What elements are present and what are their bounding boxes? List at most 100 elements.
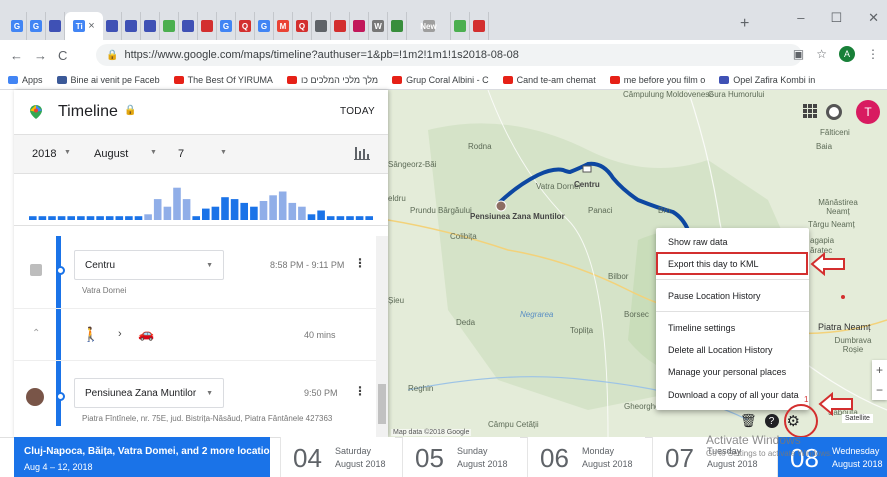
browser-tab[interactable]	[470, 12, 489, 40]
histogram-bar	[250, 206, 258, 220]
more-options-icon[interactable]: ⋮	[354, 256, 366, 270]
stats-icon[interactable]	[354, 145, 370, 161]
menu-manage-places[interactable]: Manage your personal places	[656, 362, 809, 382]
map-label-toplita: Toplița	[570, 326, 594, 335]
browser-tab[interactable]	[179, 12, 198, 40]
bookmark-item[interactable]: Apps	[8, 75, 43, 85]
help-icon[interactable]: ?	[764, 414, 779, 428]
google-apps-icon[interactable]	[803, 104, 817, 118]
histogram-bar	[326, 216, 335, 220]
browser-tab[interactable]	[141, 12, 160, 40]
histogram-bar	[288, 202, 297, 220]
day-weekday: Wednesday	[832, 446, 880, 456]
browser-tab[interactable]: Q	[293, 12, 312, 40]
activity-histogram[interactable]	[14, 174, 388, 226]
more-options-icon[interactable]: ⋮	[354, 384, 366, 398]
histogram-graphics	[29, 187, 373, 220]
trip-card[interactable]: Cluj-Napoca, Băița, Vatra Domei, and 2 m…	[14, 437, 281, 477]
bookmark-item[interactable]: The Best Of YIRUMA	[173, 75, 273, 85]
browser-tab[interactable]	[198, 12, 217, 40]
menu-kebab-icon[interactable]: ⋮	[867, 47, 879, 61]
bookmark-item[interactable]: me before you film o	[609, 75, 705, 85]
histogram-bar	[298, 206, 306, 220]
menu-timeline-settings[interactable]: Timeline settings	[656, 318, 809, 338]
browser-tab[interactable]	[350, 12, 369, 40]
map-label-rodna: Rodna	[468, 142, 492, 151]
menu-pause-location-history[interactable]: Pause Location History	[656, 286, 809, 306]
browser-tab[interactable]: G	[27, 12, 46, 40]
trip-title: Cluj-Napoca, Băița, Vatra Domei, and 2 m…	[24, 446, 282, 457]
browser-tab[interactable]	[451, 12, 470, 40]
tab-favicon-icon	[201, 20, 213, 32]
browser-tab[interactable]	[46, 12, 65, 40]
browser-tab[interactable]	[312, 12, 331, 40]
day-month: August 2018	[832, 459, 883, 469]
year-select[interactable]: 2018	[32, 148, 56, 160]
histogram-bar	[125, 216, 133, 220]
tab-close-icon[interactable]: ×	[88, 20, 94, 32]
month-select[interactable]: August	[94, 148, 128, 160]
menu-delete-history[interactable]: Delete all Location History	[656, 340, 809, 360]
star-icon[interactable]: ☆	[816, 47, 827, 61]
trash-icon[interactable]: 🗑	[740, 413, 757, 429]
browser-tab[interactable]: W	[369, 12, 388, 40]
segment-time: 9:50 PM	[304, 388, 338, 398]
cast-icon[interactable]: ▣	[793, 47, 804, 61]
histogram-bar	[346, 216, 354, 220]
bookmark-item[interactable]: Grup Coral Albini - C	[392, 75, 489, 85]
zoom-out-icon[interactable]: −	[876, 383, 883, 397]
profile-avatar[interactable]: A	[839, 46, 855, 62]
bookmark-item[interactable]: Bine ai venit pe Faceb	[56, 75, 160, 85]
reload-icon[interactable]: C	[58, 48, 67, 63]
place-icon	[30, 264, 42, 276]
map-label-manastirea: Mănăstirea Neamț	[818, 198, 858, 216]
new-tab-button[interactable]: +	[740, 15, 749, 33]
day-card[interactable]: 04 Saturday August 2018	[280, 437, 395, 477]
minimize-button[interactable]: –	[797, 10, 804, 26]
day-select[interactable]: 7	[178, 148, 184, 160]
close-window-button[interactable]: ✕	[868, 10, 879, 26]
browser-tab[interactable]	[331, 12, 350, 40]
tab-active[interactable]: Ti ×	[65, 12, 103, 40]
maximize-button[interactable]: ☐	[830, 10, 842, 26]
today-button[interactable]: TODAY	[340, 106, 375, 117]
histogram-bar	[240, 202, 248, 220]
browser-tab[interactable]	[122, 12, 141, 40]
browser-tab[interactable]: G	[217, 12, 236, 40]
scrollbar-thumb[interactable]	[378, 384, 386, 424]
browser-tab[interactable]: G	[255, 12, 274, 40]
histogram-bar	[115, 216, 124, 220]
place-select-pensiunea[interactable]: Pensiunea Zana Muntilor ▼	[74, 378, 224, 408]
browser-tab[interactable]: New	[407, 12, 451, 40]
zoom-control: + −	[872, 360, 887, 400]
day-card[interactable]: 05 Sunday August 2018	[402, 437, 520, 477]
menu-download-data[interactable]: Download a copy of all your data	[656, 385, 809, 405]
histogram-bar	[221, 197, 229, 220]
browser-tab[interactable]	[388, 12, 407, 40]
browser-tab[interactable]: Q	[236, 12, 255, 40]
bookmark-item[interactable]: Cand te-am chemat	[502, 75, 596, 85]
map-label-sieu: Șieu	[388, 296, 405, 305]
bookmark-item[interactable]: Opel Zafira Kombi in	[719, 75, 815, 85]
back-icon[interactable]: ←	[10, 48, 23, 63]
layers-ring-icon[interactable]	[826, 104, 842, 120]
bookmark-favicon-icon	[8, 75, 18, 84]
browser-tab[interactable]: M	[274, 12, 293, 40]
bookmark-item[interactable]: מלך מלכי המלכים כו	[286, 75, 378, 85]
chevron-down-icon: ▼	[206, 262, 213, 269]
tab-strip: G G Ti × G Q G M Q W New + – ☐ ✕	[0, 0, 887, 40]
place-select-centru[interactable]: Centru ▼	[74, 250, 224, 280]
day-card[interactable]: 06 Monday August 2018	[527, 437, 645, 477]
browser-tab[interactable]	[160, 12, 179, 40]
menu-show-raw-data[interactable]: Show raw data	[656, 232, 809, 252]
zoom-in-icon[interactable]: +	[876, 363, 883, 377]
browser-tab[interactable]: G	[8, 12, 27, 40]
browser-tab[interactable]	[103, 12, 122, 40]
account-avatar[interactable]: T	[856, 100, 880, 124]
expand-icon[interactable]: ⌃	[32, 328, 40, 339]
forward-icon[interactable]: →	[34, 48, 47, 63]
tab-list: G G Ti × G Q G M Q W New	[8, 12, 489, 40]
page-title: Timeline	[58, 103, 118, 120]
tab-favicon-icon	[334, 20, 346, 32]
address-bar[interactable]: 🔒 https://www.google.com/maps/timeline?a…	[96, 44, 802, 66]
